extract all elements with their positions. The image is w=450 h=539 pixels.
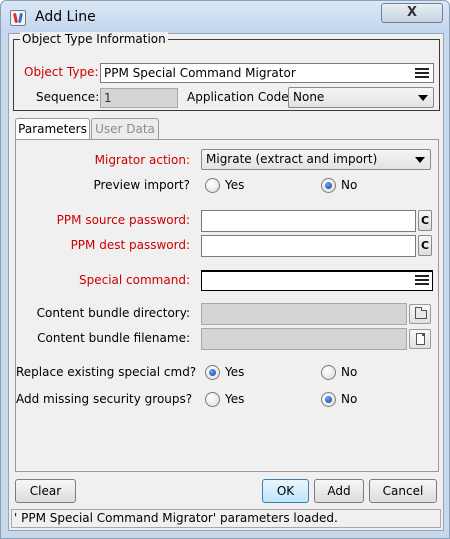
replace-existing-no-label: No bbox=[341, 365, 358, 379]
preview-import-yes-label: Yes bbox=[225, 178, 245, 192]
add-security-groups-yes-radio[interactable] bbox=[205, 392, 220, 407]
bundle-filename-label: Content bundle filename: bbox=[37, 331, 190, 345]
object-type-label: Object Type: bbox=[24, 65, 99, 79]
clear-source-password-button[interactable]: C bbox=[418, 210, 432, 231]
status-bar: ' PPM Special Command Migrator' paramete… bbox=[11, 509, 441, 528]
replace-existing-yes-label: Yes bbox=[225, 365, 245, 379]
folder-open-icon bbox=[415, 307, 427, 319]
migrator-action-label: Migrator action: bbox=[94, 153, 190, 167]
preview-import-label: Preview import? bbox=[93, 178, 190, 192]
cancel-button[interactable]: Cancel bbox=[369, 479, 437, 503]
migrator-action-dropdown[interactable]: Migrate (extract and import) bbox=[201, 149, 431, 170]
migrator-action-value: Migrate (extract and import) bbox=[206, 152, 378, 166]
dialog-content: Object Type Information Object Type: PPM… bbox=[8, 32, 444, 531]
sequence-value: 1 bbox=[104, 91, 112, 105]
parameters-panel: Migrator action: Migrate (extract and im… bbox=[15, 139, 439, 472]
group-title: Object Type Information bbox=[20, 32, 168, 46]
list-picker-icon[interactable] bbox=[415, 275, 429, 286]
preview-import-no-radio[interactable] bbox=[321, 178, 336, 193]
bundle-directory-label: Content bundle directory: bbox=[36, 306, 190, 320]
window-title: Add Line bbox=[35, 9, 96, 25]
source-password-field[interactable] bbox=[201, 210, 416, 232]
preview-import-yes-radio[interactable] bbox=[205, 178, 220, 193]
object-type-field[interactable]: PPM Special Command Migrator bbox=[100, 63, 434, 83]
object-type-value: PPM Special Command Migrator bbox=[104, 66, 296, 80]
application-code-value: None bbox=[293, 90, 325, 104]
object-type-information-group: Object Type Information Object Type: PPM… bbox=[13, 32, 440, 111]
preview-import-no-label: No bbox=[341, 178, 358, 192]
java-app-icon bbox=[10, 10, 26, 26]
sequence-field: 1 bbox=[100, 88, 178, 108]
add-security-groups-yes-label: Yes bbox=[225, 392, 245, 406]
tab-user-data[interactable]: User Data bbox=[91, 118, 159, 140]
add-security-groups-no-radio[interactable] bbox=[321, 392, 336, 407]
clear-button[interactable]: Clear bbox=[15, 479, 76, 503]
dest-password-label: PPM dest password: bbox=[70, 238, 190, 252]
clear-dest-password-button[interactable]: C bbox=[418, 235, 432, 256]
application-code-label: Application Code: bbox=[187, 90, 293, 104]
close-button[interactable]: X bbox=[381, 3, 443, 23]
special-command-label: Special command: bbox=[79, 273, 190, 287]
add-security-groups-no-label: No bbox=[341, 392, 358, 406]
document-icon bbox=[416, 333, 425, 345]
add-line-window: Add Line X Object Type Information Objec… bbox=[0, 0, 450, 539]
chevron-down-icon bbox=[415, 157, 425, 163]
tab-parameters[interactable]: Parameters bbox=[15, 118, 90, 140]
application-code-dropdown[interactable]: None bbox=[288, 87, 434, 108]
source-password-label: PPM source password: bbox=[56, 213, 190, 227]
chevron-down-icon bbox=[418, 95, 428, 101]
add-button[interactable]: Add bbox=[314, 479, 364, 503]
browse-file-button[interactable] bbox=[409, 329, 431, 349]
dest-password-field[interactable] bbox=[201, 235, 416, 257]
add-security-groups-label: Add missing security groups? bbox=[16, 392, 193, 406]
list-picker-icon[interactable] bbox=[415, 68, 429, 79]
replace-existing-yes-radio[interactable] bbox=[205, 365, 220, 380]
replace-existing-no-radio[interactable] bbox=[321, 365, 336, 380]
bundle-filename-field bbox=[201, 328, 407, 350]
sequence-label: Sequence: bbox=[36, 90, 100, 104]
ok-button[interactable]: OK bbox=[262, 479, 309, 503]
replace-existing-label: Replace existing special cmd? bbox=[16, 365, 197, 379]
special-command-field[interactable] bbox=[201, 270, 433, 291]
status-message: ' PPM Special Command Migrator' paramete… bbox=[14, 511, 338, 525]
bundle-directory-field bbox=[201, 303, 407, 325]
browse-directory-button[interactable] bbox=[409, 304, 431, 324]
title-bar[interactable]: Add Line X bbox=[1, 1, 449, 33]
